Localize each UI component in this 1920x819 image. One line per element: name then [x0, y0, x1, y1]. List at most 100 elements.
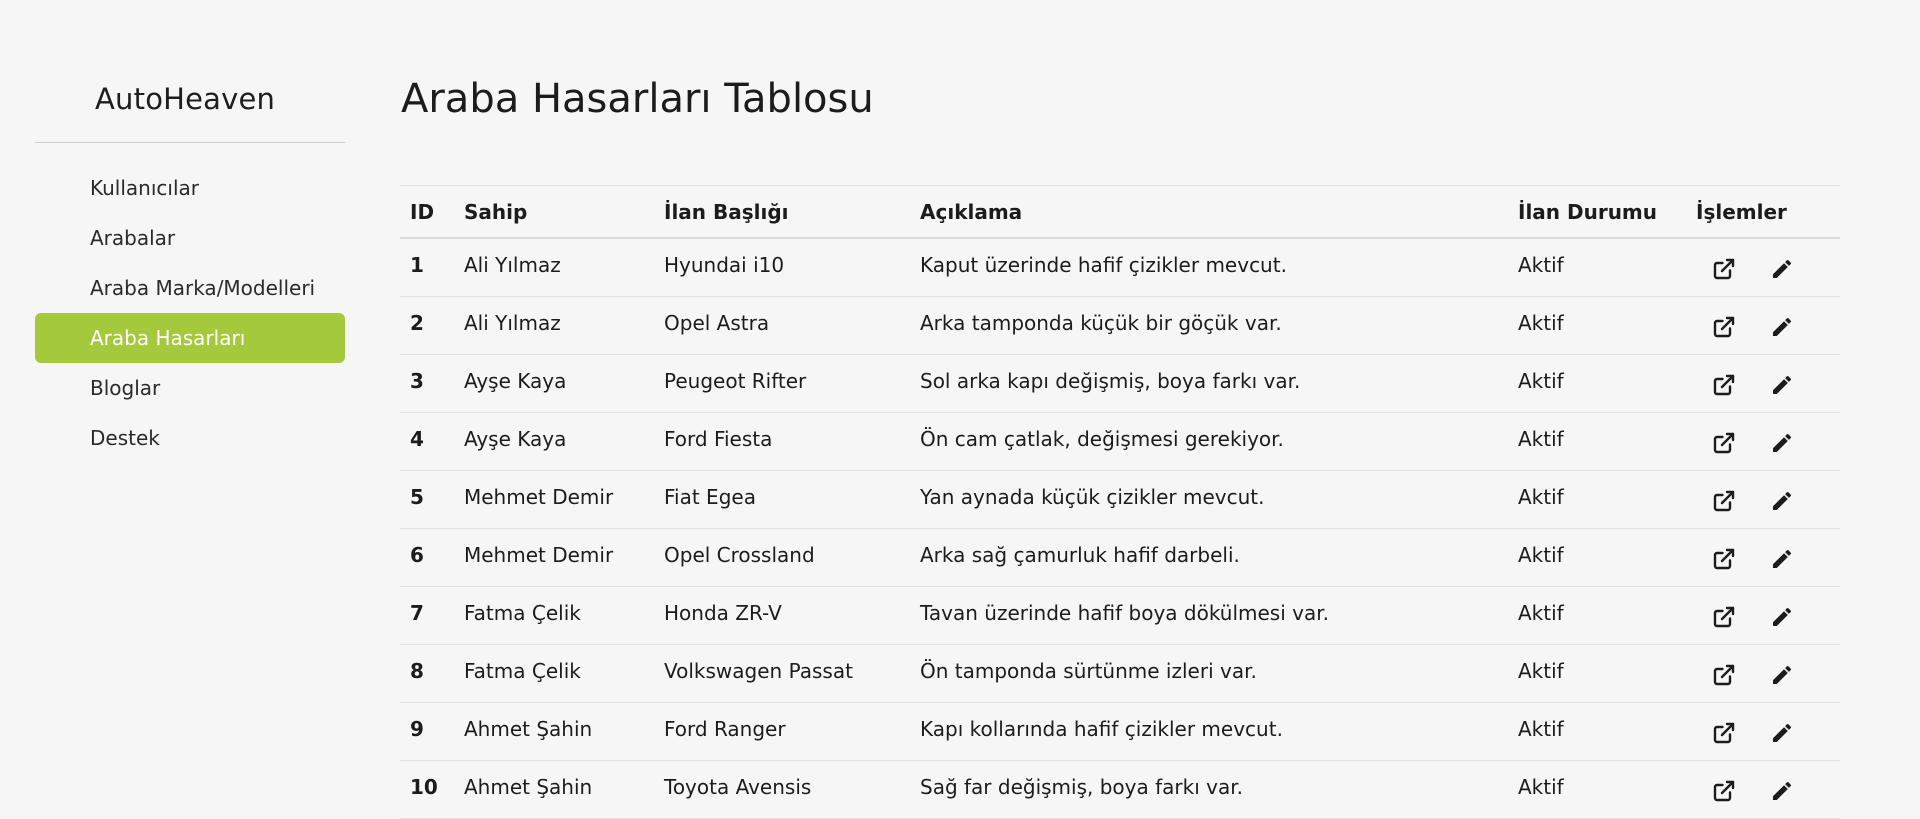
pencil-icon[interactable] — [1768, 255, 1796, 283]
pencil-icon[interactable] — [1768, 777, 1796, 805]
row-actions — [1696, 601, 1840, 631]
sidebar-item-bloglar[interactable]: Bloglar — [35, 363, 345, 413]
cell-listing-title: Volkswagen Passat — [654, 644, 910, 703]
cell-owner: Ahmet Şahin — [454, 702, 654, 761]
cell-owner: Ali Yılmaz — [454, 296, 654, 355]
pencil-icon[interactable] — [1768, 545, 1796, 573]
cell-actions — [1686, 644, 1840, 703]
cell-owner: Mehmet Demir — [454, 470, 654, 529]
sidebar-item-araba-hasarlari[interactable]: Araba Hasarları — [35, 313, 345, 363]
row-actions — [1696, 369, 1840, 399]
sidebar-divider — [35, 142, 345, 143]
cell-description: Ön cam çatlak, değişmesi gerekiyor. — [910, 412, 1508, 471]
cell-status: Aktif — [1508, 702, 1686, 761]
cell-owner: Ali Yılmaz — [454, 238, 654, 297]
cell-description: Yan aynada küçük çizikler mevcut. — [910, 470, 1508, 529]
column-header-id[interactable]: ID — [400, 186, 454, 239]
external-link-icon[interactable] — [1710, 603, 1738, 631]
cell-status: Aktif — [1508, 354, 1686, 413]
cell-listing-title: Honda ZR-V — [654, 586, 910, 645]
cell-listing-title: Ford Fiesta — [654, 412, 910, 471]
cell-listing-title: Peugeot Rifter — [654, 354, 910, 413]
external-link-icon[interactable] — [1710, 313, 1738, 341]
cell-actions — [1686, 238, 1840, 297]
row-actions — [1696, 253, 1840, 283]
table-header: ID Sahip İlan Başlığı Açıklama İlan Duru… — [400, 186, 1840, 239]
sidebar-item-arabalar[interactable]: Arabalar — [35, 213, 345, 263]
row-actions — [1696, 543, 1840, 573]
cell-actions — [1686, 412, 1840, 471]
external-link-icon[interactable] — [1710, 371, 1738, 399]
table-row: 4 Ayşe Kaya Ford Fiesta Ön cam çatlak, deği… — [400, 412, 1840, 471]
cell-actions — [1686, 528, 1840, 587]
table-row: 8 Fatma Çelik Volkswagen Passat Ön tamponda… — [400, 644, 1840, 703]
cell-status: Aktif — [1508, 470, 1686, 529]
column-header-description[interactable]: Açıklama — [910, 186, 1508, 239]
pencil-icon[interactable] — [1768, 661, 1796, 689]
table-row: 6 Mehmet Demir Opel Crossland Arka sağ çamu… — [400, 528, 1840, 587]
row-actions — [1696, 427, 1840, 457]
column-header-owner[interactable]: Sahip — [454, 186, 654, 239]
cell-owner: Ayşe Kaya — [454, 354, 654, 413]
cell-actions — [1686, 702, 1840, 761]
row-actions — [1696, 311, 1840, 341]
external-link-icon[interactable] — [1710, 255, 1738, 283]
cell-id: 2 — [400, 296, 454, 355]
damage-table-container: ID Sahip İlan Başlığı Açıklama İlan Duru… — [400, 185, 1840, 819]
cell-status: Aktif — [1508, 296, 1686, 355]
cell-description: Ön tamponda sürtünme izleri var. — [910, 644, 1508, 703]
pencil-icon[interactable] — [1768, 487, 1796, 515]
cell-listing-title: Toyota Avensis — [654, 760, 910, 819]
cell-id: 9 — [400, 702, 454, 761]
cell-status: Aktif — [1508, 412, 1686, 471]
pencil-icon[interactable] — [1768, 603, 1796, 631]
external-link-icon[interactable] — [1710, 429, 1738, 457]
table-row: 1 Ali Yılmaz Hyundai i10 Kaput üzerinde haf… — [400, 238, 1840, 297]
cell-listing-title: Ford Ranger — [654, 702, 910, 761]
cell-owner: Ahmet Şahin — [454, 760, 654, 819]
row-actions — [1696, 717, 1840, 747]
pencil-icon[interactable] — [1768, 429, 1796, 457]
sidebar-item-destek[interactable]: Destek — [35, 413, 345, 463]
column-header-status[interactable]: İlan Durumu — [1508, 186, 1686, 239]
pencil-icon[interactable] — [1768, 371, 1796, 399]
table-row: 7 Fatma Çelik Honda ZR-V Tavan üzerinde haf… — [400, 586, 1840, 645]
cell-description: Arka tamponda küçük bir göçük var. — [910, 296, 1508, 355]
external-link-icon[interactable] — [1710, 661, 1738, 689]
sidebar: AutoHeaven Kullanıcılar Arabalar Araba M… — [35, 0, 345, 813]
external-link-icon[interactable] — [1710, 719, 1738, 747]
sidebar-item-araba-marka-modelleri[interactable]: Araba Marka/Modelleri — [35, 263, 345, 313]
table-row: 2 Ali Yılmaz Opel Astra Arka tamponda küçük… — [400, 296, 1840, 355]
cell-actions — [1686, 354, 1840, 413]
cell-id: 10 — [400, 760, 454, 819]
external-link-icon[interactable] — [1710, 487, 1738, 515]
cell-actions — [1686, 586, 1840, 645]
cell-owner: Fatma Çelik — [454, 586, 654, 645]
column-header-actions: İşlemler — [1686, 186, 1840, 239]
cell-actions — [1686, 760, 1840, 819]
pencil-icon[interactable] — [1768, 313, 1796, 341]
pencil-icon[interactable] — [1768, 719, 1796, 747]
cell-description: Kaput üzerinde hafif çizikler mevcut. — [910, 238, 1508, 297]
cell-description: Arka sağ çamurluk hafif darbeli. — [910, 528, 1508, 587]
cell-owner: Mehmet Demir — [454, 528, 654, 587]
cell-status: Aktif — [1508, 644, 1686, 703]
cell-description: Sol arka kapı değişmiş, boya farkı var. — [910, 354, 1508, 413]
cell-actions — [1686, 470, 1840, 529]
cell-id: 8 — [400, 644, 454, 703]
table-row: 5 Mehmet Demir Fiat Egea Yan aynada küçük ç… — [400, 470, 1840, 529]
cell-id: 1 — [400, 238, 454, 297]
cell-id: 5 — [400, 470, 454, 529]
cell-owner: Ayşe Kaya — [454, 412, 654, 471]
table-body: 1 Ali Yılmaz Hyundai i10 Kaput üzerinde haf… — [400, 238, 1840, 819]
brand-logo-text[interactable]: AutoHeaven — [95, 82, 275, 116]
external-link-icon[interactable] — [1710, 545, 1738, 573]
cell-id: 7 — [400, 586, 454, 645]
table-header-row: ID Sahip İlan Başlığı Açıklama İlan Duru… — [400, 186, 1840, 239]
column-header-listing-title[interactable]: İlan Başlığı — [654, 186, 910, 239]
cell-description: Tavan üzerinde hafif boya dökülmesi var. — [910, 586, 1508, 645]
table-row: 10 Ahmet Şahin Toyota Avensis Sağ far değiş… — [400, 760, 1840, 819]
sidebar-item-kullanicilar[interactable]: Kullanıcılar — [35, 163, 345, 213]
cell-status: Aktif — [1508, 238, 1686, 297]
external-link-icon[interactable] — [1710, 777, 1738, 805]
